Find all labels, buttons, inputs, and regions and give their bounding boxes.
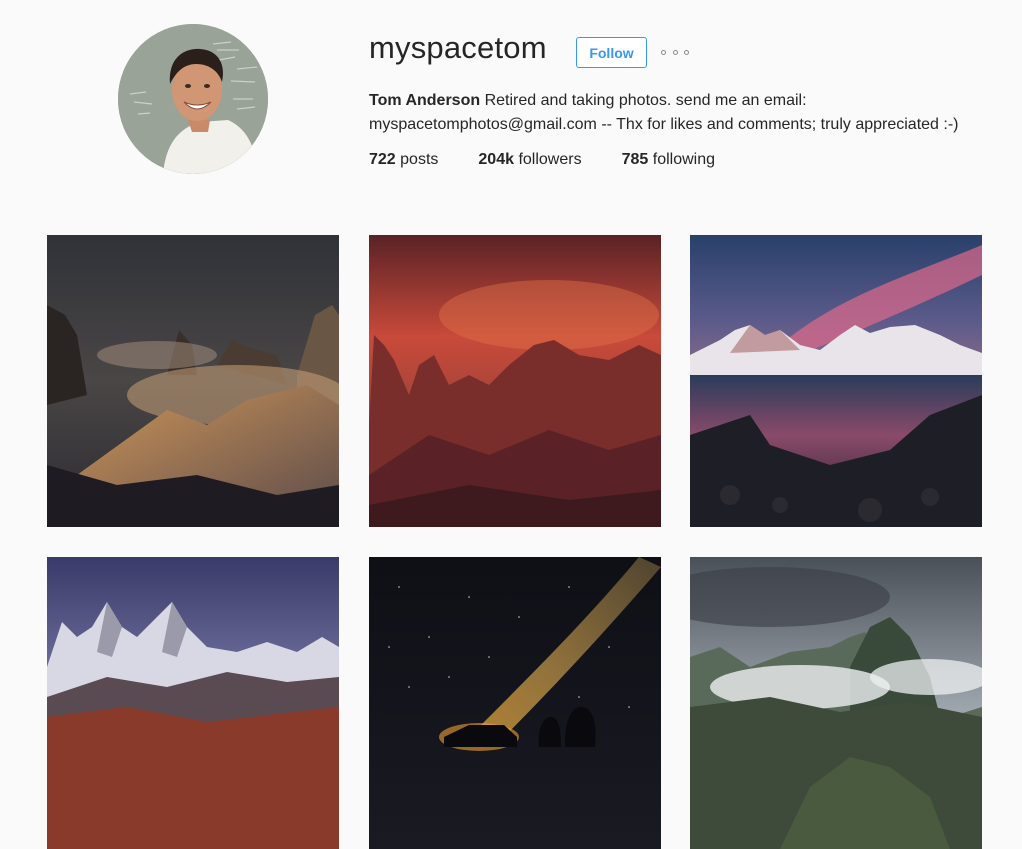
photo-cloudy-peak xyxy=(690,557,982,849)
ellipsis-icon[interactable] xyxy=(661,45,689,59)
posts-count: 722 xyxy=(369,151,396,168)
post-thumbnail-5[interactable] xyxy=(369,557,661,849)
posts-stat: 722 posts xyxy=(369,151,438,169)
dot xyxy=(672,49,678,55)
dot xyxy=(661,49,666,55)
profile-bio: Tom Anderson Retired and taking photos. … xyxy=(369,89,999,137)
profile-stats: 722 posts 204k followers 785 following xyxy=(369,151,755,169)
followers-label: followers xyxy=(518,151,582,168)
post-thumbnail-6[interactable] xyxy=(690,557,982,849)
following-stat[interactable]: 785 following xyxy=(622,151,715,169)
following-count: 785 xyxy=(621,151,649,168)
profile-full-name: Tom Anderson xyxy=(369,92,481,109)
posts-label: posts xyxy=(400,151,439,168)
photo-red-peaks xyxy=(369,235,661,527)
following-label: following xyxy=(652,151,716,168)
bio-text-1: Retired and taking photos. send me an em… xyxy=(484,92,807,109)
bio-text-2: myspacetomphotos@gmail.com -- Thx for li… xyxy=(369,116,959,133)
post-thumbnail-3[interactable] xyxy=(690,235,982,527)
photo-misty-peaks xyxy=(47,235,339,527)
dot xyxy=(684,49,689,55)
post-thumbnail-2[interactable] xyxy=(369,235,661,527)
photo-snowy-peaks-autumn xyxy=(47,557,339,849)
post-thumbnail-4[interactable] xyxy=(47,557,339,849)
profile-username: myspacetom xyxy=(369,30,547,65)
follow-button[interactable]: Follow xyxy=(576,37,647,68)
profile-avatar[interactable] xyxy=(118,24,268,174)
followers-count: 204k xyxy=(478,151,514,168)
avatar-photo xyxy=(118,24,268,174)
followers-stat[interactable]: 204k followers xyxy=(478,151,581,169)
post-thumbnail-1[interactable] xyxy=(47,235,339,527)
photo-lake-reflection xyxy=(690,235,982,527)
photo-milky-way xyxy=(369,557,661,849)
bio-line-1: Tom Anderson Retired and taking photos. … xyxy=(369,89,999,113)
